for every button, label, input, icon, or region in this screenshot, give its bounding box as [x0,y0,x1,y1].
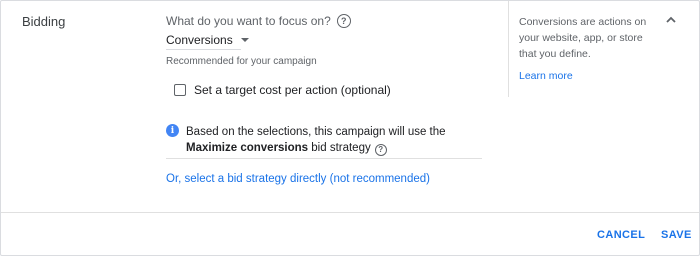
focus-helper-text: Recommended for your campaign [166,56,317,67]
learn-more-link[interactable]: Learn more [519,70,573,82]
caret-down-icon [240,38,249,42]
focus-label-row: What do you want to focus on? ? [166,14,351,28]
side-panel-description: Conversions are actions on your website,… [519,16,647,60]
help-icon[interactable]: ? [336,14,351,28]
section-title: Bidding [22,14,66,29]
footer-divider [1,212,699,213]
bidding-card: Bidding What do you want to focus on? ? … [0,0,700,256]
info-text-before: Based on the selections, this campaign w… [186,126,446,138]
focus-dropdown[interactable]: Conversions [166,31,249,50]
info-icon: i [166,124,179,137]
info-strategy-name: Maximize conversions [186,142,309,154]
bid-strategy-info: Based on the selections, this campaign w… [186,124,486,156]
info-text-after: bid strategy [308,142,371,154]
focus-dropdown-value: Conversions [166,33,233,47]
info-divider [166,158,482,159]
target-cpa-label[interactable]: Set a target cost per action (optional) [194,83,391,97]
target-cpa-row[interactable]: Set a target cost per action (optional) [174,83,391,97]
cancel-button[interactable]: CANCEL [597,229,645,241]
help-icon[interactable]: ? [374,144,387,156]
side-panel-divider [508,1,509,97]
target-cpa-checkbox[interactable] [174,84,186,96]
select-bid-strategy-link[interactable]: Or, select a bid strategy directly (not … [166,173,430,185]
save-button[interactable]: SAVE [661,229,692,241]
chevron-up-icon[interactable] [664,13,678,27]
focus-label: What do you want to focus on? [166,14,331,28]
